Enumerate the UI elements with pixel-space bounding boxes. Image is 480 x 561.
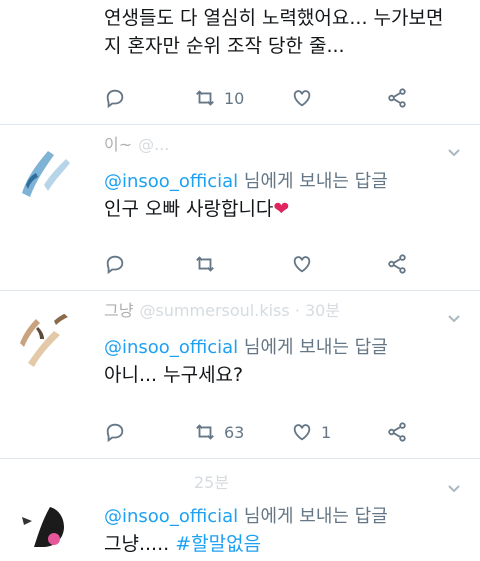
reply-icon [106, 423, 124, 443]
tweet-2[interactable]: 이~ @... @insoo_official 님에게 보내는 답글 인구 오빠 … [0, 125, 480, 289]
retweet-button[interactable] [194, 251, 216, 277]
like-button[interactable] [291, 85, 313, 111]
tweet-1[interactable]: 연생들도 다 열심히 노력했어요... 누가보면 지 혼자만 순위 조작 당한 … [0, 0, 480, 124]
avatar[interactable] [14, 307, 76, 369]
reply-suffix: 님에게 보내는 답글 [238, 337, 388, 358]
reply-handle-link[interactable]: @insoo_official [104, 171, 238, 192]
like-button[interactable] [291, 251, 313, 277]
share-button[interactable] [386, 85, 408, 111]
chevron-down-icon[interactable] [446, 481, 462, 497]
author-handle-time: @summersoul.kiss · 30분 [139, 301, 341, 320]
avatar[interactable] [14, 487, 76, 549]
tweet-header: 이~ @... [104, 131, 169, 155]
reply-button[interactable] [104, 85, 126, 111]
tweet-text: 아니... 누구세요? [104, 364, 244, 386]
reply-button[interactable] [104, 251, 126, 277]
reply-context: @insoo_official 님에게 보내는 답글 [104, 502, 388, 528]
share-icon [388, 422, 406, 442]
tweet-text: 그냥..... #할말없음 [104, 530, 261, 558]
tweet-3[interactable]: 그냥 @summersoul.kiss · 30분 @insoo_official… [0, 291, 480, 457]
share-icon [388, 254, 406, 274]
author-name[interactable]: 이~ [104, 135, 132, 154]
tweet-actions [104, 251, 410, 277]
like-icon [293, 90, 311, 107]
tweet-time: 25분 [194, 473, 230, 492]
share-button[interactable] [386, 251, 408, 277]
avatar[interactable] [14, 145, 76, 207]
reply-context: @insoo_official 님에게 보내는 답글 [104, 167, 388, 193]
tweet-4[interactable]: 25분 @insoo_official 님에게 보내는 답글 그냥..... #… [0, 459, 480, 561]
author-handle-time: @... [138, 135, 170, 154]
chevron-down-icon[interactable] [446, 145, 462, 161]
reply-icon [106, 89, 124, 109]
chevron-down-icon[interactable] [446, 311, 462, 327]
hashtag-link[interactable]: #할말없음 [175, 533, 261, 555]
like-icon [293, 256, 311, 273]
tweet-text-line-1: 연생들도 다 열심히 노력했어요... 누가보면 [104, 7, 444, 29]
reply-button[interactable] [104, 419, 126, 445]
retweet-icon [196, 256, 214, 272]
heart-emoji: ❤ [273, 198, 290, 220]
tweet-header: 25분 [104, 469, 229, 493]
author-name[interactable]: 그냥 [104, 301, 133, 320]
like-count: 1 [321, 422, 332, 442]
tweet-header: 그냥 @summersoul.kiss · 30분 [104, 297, 340, 321]
like-button[interactable]: 1 [291, 419, 331, 445]
reply-icon [106, 255, 124, 275]
reply-context: @insoo_official 님에게 보내는 답글 [104, 333, 388, 359]
retweet-button[interactable]: 10 [194, 85, 244, 111]
retweet-count: 10 [224, 88, 245, 108]
like-icon [293, 424, 311, 441]
reply-suffix: 님에게 보내는 답글 [238, 171, 388, 192]
tweet-text-line-2: 지 혼자만 순위 조작 당한 줄... [104, 35, 345, 57]
share-button[interactable] [386, 419, 408, 445]
tweet-text: 인구 오빠 사랑합니다❤ [104, 195, 289, 223]
tweet-actions: 63 1 [104, 419, 410, 445]
retweet-button[interactable]: 63 [194, 419, 244, 445]
reply-handle-link[interactable]: @insoo_official [104, 337, 238, 358]
retweet-icon [196, 90, 214, 106]
retweet-count: 63 [224, 422, 245, 442]
retweet-icon [196, 424, 214, 440]
reply-suffix: 님에게 보내는 답글 [238, 506, 388, 527]
tweet-text-content: 그냥..... [104, 533, 176, 555]
reply-handle-link[interactable]: @insoo_official [104, 506, 238, 527]
tweet-actions: 10 [104, 85, 410, 111]
tweet-text-content: 인구 오빠 사랑합니다 [104, 198, 274, 220]
share-icon [388, 88, 406, 108]
